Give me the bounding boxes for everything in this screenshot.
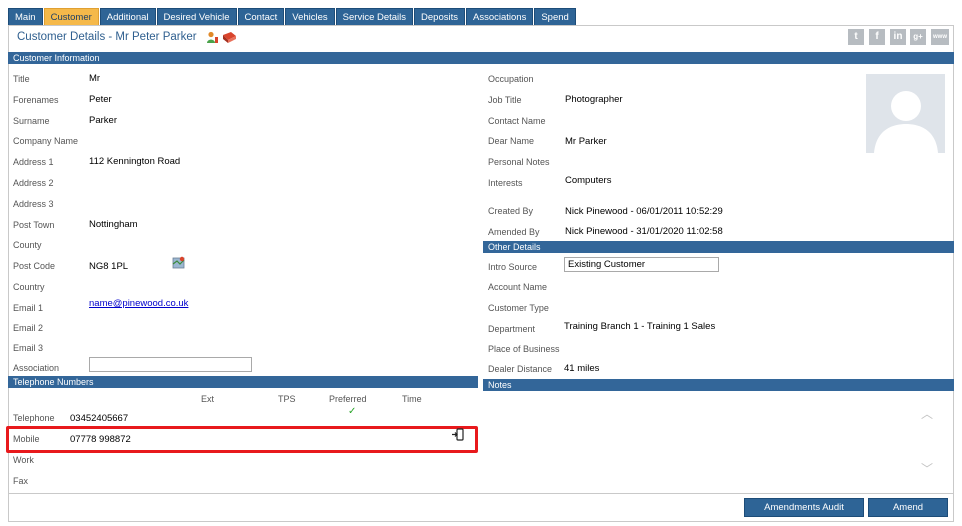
title-label: Title	[13, 74, 30, 84]
email1-label: Email 1	[13, 303, 44, 313]
amended-by-value: Nick Pinewood - 31/01/2020 11:02:58	[565, 226, 723, 237]
forenames-label: Forenames	[13, 95, 59, 105]
google-plus-icon[interactable]: g+	[910, 29, 926, 45]
intro-source-input[interactable]: Existing Customer	[564, 257, 719, 272]
dealer-distance-value: 41 miles	[564, 363, 600, 374]
amend-button[interactable]: Amend	[868, 498, 948, 517]
department-label: Department	[488, 324, 536, 334]
created-by-value: Nick Pinewood - 06/01/2011 10:52:29	[565, 206, 723, 217]
footer-divider	[8, 493, 954, 494]
post-town-value: Nottingham	[89, 219, 138, 230]
job-title-label: Job Title	[488, 95, 522, 105]
department-value: Training Branch 1 - Training 1 Sales	[564, 321, 716, 332]
address3-label: Address 3	[13, 199, 54, 209]
address2-label: Address 2	[13, 178, 54, 188]
place-of-business-label: Place of Business	[488, 344, 560, 354]
scroll-up-icon[interactable]: ︿	[921, 405, 933, 422]
web-icon[interactable]: www	[931, 29, 949, 45]
country-label: Country	[13, 282, 45, 292]
dear-name-value: Mr Parker	[565, 136, 607, 147]
county-label: County	[13, 240, 42, 250]
occupation-label: Occupation	[488, 74, 534, 84]
section-customer-information: Customer Information	[8, 52, 954, 64]
post-town-label: Post Town	[13, 220, 55, 230]
tps-header: TPS	[278, 394, 296, 404]
created-by-label: Created By	[488, 206, 534, 216]
ext-header: Ext	[201, 394, 215, 404]
title-value: Mr	[89, 73, 101, 84]
email1-link[interactable]: name@pinewood.co.uk	[89, 298, 188, 309]
mobile-label: Mobile	[13, 434, 40, 444]
tab-desired-vehicle[interactable]: Desired Vehicle	[156, 8, 237, 26]
telephone-value: 03452405667	[70, 413, 129, 424]
section-telephone-numbers: Telephone Numbers	[8, 376, 478, 388]
fax-label: Fax	[13, 476, 29, 486]
notes-textarea[interactable]	[484, 392, 954, 484]
page-title: Customer Details - Mr Peter Parker	[17, 31, 197, 43]
section-other-details: Other Details	[483, 241, 954, 253]
association-input[interactable]	[89, 357, 252, 372]
post-code-value: NG8 1PL	[89, 261, 129, 272]
twitter-icon[interactable]: t	[848, 29, 864, 45]
person-edit-icon[interactable]	[206, 31, 219, 44]
surname-value: Parker	[89, 115, 117, 126]
personal-notes-label: Personal Notes	[488, 157, 550, 167]
tab-vehicles[interactable]: Vehicles	[285, 8, 335, 26]
email2-label: Email 2	[13, 323, 44, 333]
preferred-header: Preferred	[329, 394, 367, 404]
account-name-label: Account Name	[488, 282, 548, 292]
tab-deposits[interactable]: Deposits	[414, 8, 465, 26]
book-icon[interactable]	[222, 31, 237, 44]
tab-associations[interactable]: Associations	[466, 8, 534, 26]
amendments-audit-button[interactable]: Amendments Audit	[744, 498, 864, 517]
email3-label: Email 3	[13, 343, 44, 353]
tab-additional[interactable]: Additional	[99, 8, 156, 26]
time-header: Time	[402, 394, 422, 404]
contact-name-label: Contact Name	[488, 116, 546, 126]
scroll-down-icon[interactable]: ﹀	[921, 460, 933, 477]
tab-customer[interactable]: Customer	[43, 8, 99, 26]
tab-bar: Main Customer Additional Desired Vehicle…	[8, 8, 577, 26]
dealer-distance-label: Dealer Distance	[488, 364, 553, 374]
tab-main[interactable]: Main	[8, 8, 43, 26]
preferred-check-icon: ✓	[348, 406, 357, 417]
interests-label: Interests	[488, 178, 523, 188]
tab-service-details[interactable]: Service Details	[335, 8, 414, 26]
address1-label: Address 1	[13, 157, 54, 167]
dear-name-label: Dear Name	[488, 136, 535, 146]
surname-label: Surname	[13, 116, 50, 126]
tab-spend[interactable]: Spend	[534, 8, 576, 26]
address1-value: 112 Kennington Road	[89, 156, 181, 167]
post-code-label: Post Code	[13, 261, 56, 271]
section-notes: Notes	[483, 379, 954, 391]
tab-contact[interactable]: Contact	[237, 8, 285, 26]
association-label: Association	[13, 363, 60, 373]
interests-value: Computers	[565, 175, 612, 186]
work-label: Work	[13, 455, 34, 465]
job-title-value: Photographer	[565, 94, 623, 105]
telephone-label: Telephone	[13, 413, 55, 423]
customer-type-label: Customer Type	[488, 303, 549, 313]
mobile-send-icon[interactable]	[452, 428, 464, 441]
amended-by-label: Amended By	[488, 227, 540, 237]
avatar	[866, 74, 945, 153]
intro-source-label: Intro Source	[488, 262, 538, 272]
linkedin-icon[interactable]: in	[890, 29, 906, 45]
company-name-label: Company Name	[13, 136, 79, 146]
map-icon[interactable]	[172, 256, 186, 269]
facebook-icon[interactable]: f	[869, 29, 885, 45]
forenames-value: Peter	[89, 94, 112, 105]
mobile-value: 07778 998872	[70, 434, 131, 445]
